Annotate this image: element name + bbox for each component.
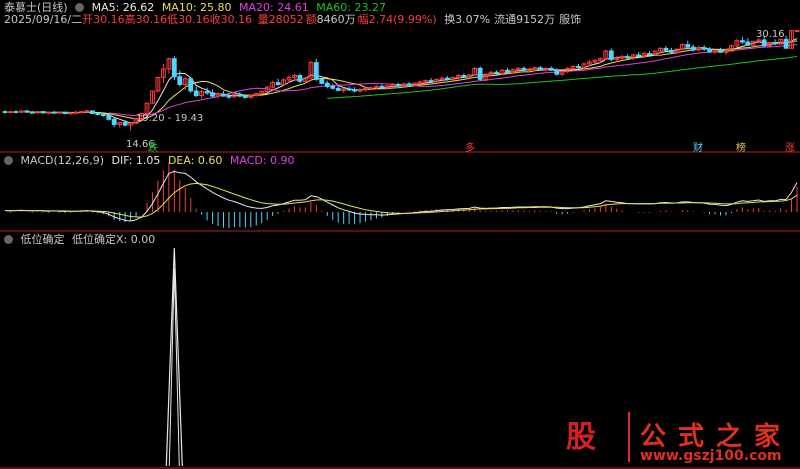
candle-body (494, 71, 500, 75)
candle-body (685, 44, 691, 48)
candle-body (188, 78, 194, 92)
candle-body (275, 82, 281, 85)
candle-body (576, 66, 581, 69)
candle-body (745, 41, 751, 46)
candle-body (445, 77, 450, 80)
watermark-logo: 股 公式之家 www.gszj100.com (560, 410, 800, 469)
candle-body (95, 113, 101, 115)
candle-body (772, 42, 778, 45)
indicator-spike-inner (168, 267, 180, 467)
candle-body (395, 84, 401, 87)
candle-body (2, 111, 8, 114)
candle-body (783, 38, 789, 49)
candle-body (718, 49, 723, 53)
candle-body (297, 75, 303, 82)
candle-body (647, 53, 652, 56)
candle-body (24, 110, 30, 113)
candle-body (84, 110, 90, 113)
candle-body (177, 76, 183, 86)
candle-body (40, 111, 46, 114)
candle-body (68, 112, 73, 115)
high-annotation: 30.16 (756, 29, 785, 40)
candle-body (90, 110, 95, 115)
candle-body (690, 46, 696, 51)
candle-body (226, 95, 232, 98)
logo-url: www.gszj100.com (640, 448, 782, 464)
candle-body (352, 89, 358, 92)
marker-cai: 财 (693, 141, 703, 154)
candle-body (335, 87, 341, 91)
candle-body (707, 48, 713, 53)
candle-body (122, 122, 128, 126)
candle-body (237, 93, 243, 97)
candle-body (111, 118, 117, 126)
candle-body (461, 75, 467, 78)
candle-body (669, 49, 674, 53)
candle-body (663, 47, 669, 51)
candle-body (324, 82, 330, 87)
marker-bang: 榜 (736, 141, 746, 154)
candle-body (46, 111, 52, 114)
marker-duo: 多 (465, 141, 475, 154)
candle-body (346, 88, 352, 91)
candle-body (204, 91, 210, 94)
candle-body (477, 67, 483, 80)
logo-icon: 股 (566, 420, 596, 455)
candle-body (221, 93, 226, 97)
candle-body (379, 85, 385, 89)
marker-die: 跌 (148, 141, 158, 154)
candle-body (29, 111, 35, 114)
candle-body (51, 111, 57, 114)
candle-body (79, 111, 84, 114)
stock-chart[interactable]: 30.16 14.66 19.20 - 19.43 跌 多 财 榜 涨 (0, 0, 800, 469)
candle-body (548, 67, 554, 71)
candle-body (73, 111, 79, 114)
candle-body (521, 67, 527, 71)
candle-body (625, 56, 631, 59)
logo-divider (628, 412, 630, 462)
candle-body (505, 69, 510, 73)
candle-body (537, 67, 543, 71)
candle-body (428, 80, 434, 83)
candle-body (761, 39, 767, 47)
candle-body (57, 111, 63, 114)
candle-body (313, 62, 319, 80)
candle-body (13, 111, 19, 114)
candle-body (319, 78, 325, 84)
candle-body (368, 87, 374, 90)
candle-body (171, 58, 177, 78)
marker-zhang: 涨 (785, 142, 795, 154)
candle-body (100, 113, 106, 116)
candle-body (8, 111, 13, 114)
range-annotation: 19.20 - 19.43 (136, 113, 203, 124)
candle-body (193, 90, 199, 96)
candle-body (636, 54, 642, 57)
candle-body (210, 92, 215, 97)
dea-line (5, 182, 798, 218)
candle-body (330, 85, 336, 89)
candle-body (406, 83, 412, 86)
candle-body (701, 47, 707, 50)
candle-body (608, 50, 614, 60)
candle-body (554, 69, 560, 75)
candle-body (242, 95, 248, 98)
candle-body (106, 114, 112, 120)
ma60-line (327, 56, 798, 99)
candle-body (794, 30, 800, 33)
candle-body (62, 111, 68, 114)
candle-body (740, 40, 745, 43)
